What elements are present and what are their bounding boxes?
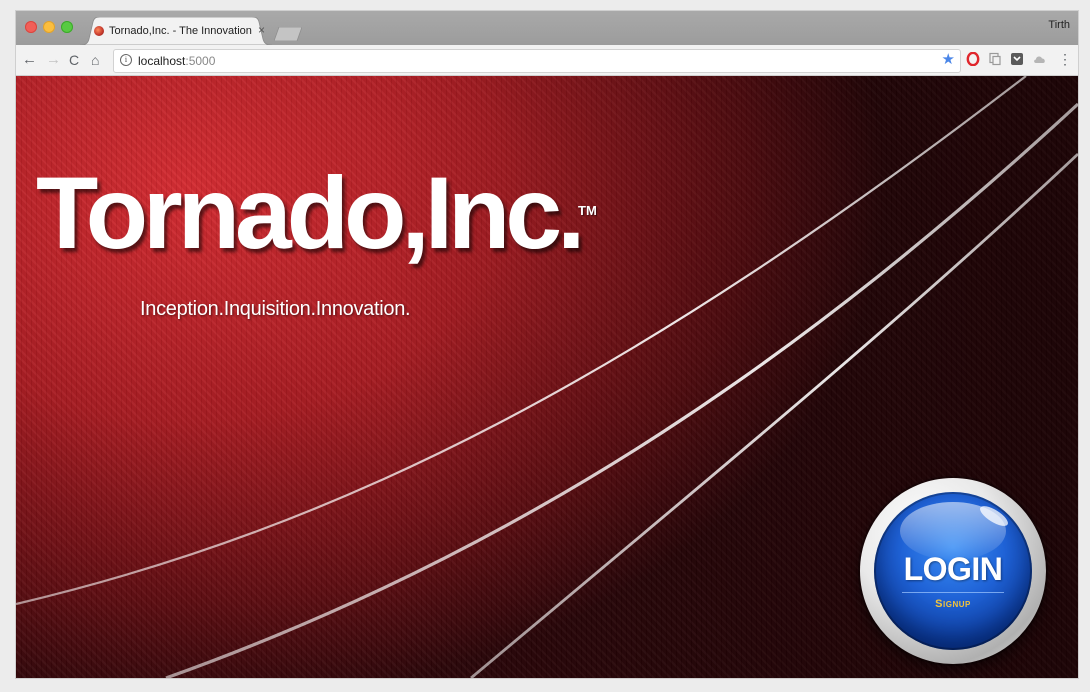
button-divider xyxy=(902,592,1004,593)
bookmark-star-icon[interactable]: ★ xyxy=(942,51,955,69)
reload-icon[interactable]: C xyxy=(69,51,79,69)
login-button[interactable]: LOGIN Signup xyxy=(860,478,1046,664)
maximize-window-button[interactable] xyxy=(61,21,73,33)
tab-strip: Tornado,Inc. - The Innovation × Tirth xyxy=(16,11,1078,45)
opera-icon[interactable] xyxy=(966,52,980,66)
back-arrow-icon[interactable]: ← xyxy=(22,51,37,69)
tornado-favicon-icon xyxy=(94,26,104,36)
info-icon[interactable]: i xyxy=(120,54,132,66)
tab-active[interactable]: Tornado,Inc. - The Innovation × xyxy=(80,17,272,45)
url-text[interactable]: localhost:5000 xyxy=(138,54,215,68)
url-host: localhost xyxy=(138,54,186,68)
browser-window: Tornado,Inc. - The Innovation × Tirth ← … xyxy=(16,11,1078,678)
minimize-window-button[interactable] xyxy=(43,21,55,33)
tab-close-icon[interactable]: × xyxy=(258,23,265,37)
cloud-icon[interactable] xyxy=(1033,52,1047,66)
close-window-button[interactable] xyxy=(25,21,37,33)
profile-name[interactable]: Tirth xyxy=(1048,19,1070,31)
home-icon[interactable]: ⌂ xyxy=(91,51,99,69)
signup-link[interactable]: Signup xyxy=(874,598,1032,610)
login-button-face[interactable]: LOGIN Signup xyxy=(874,492,1032,650)
trademark-mark: TM xyxy=(578,203,597,218)
copy-icon[interactable] xyxy=(988,52,1002,66)
address-bar[interactable]: i localhost:5000 ★ xyxy=(113,49,961,73)
forward-arrow-icon[interactable]: → xyxy=(46,51,61,69)
new-tab-button[interactable] xyxy=(274,27,302,41)
landing-page: Tornado,Inc. TM Inception.Inquisition.In… xyxy=(16,76,1078,678)
brand-logo-text: Tornado,Inc. xyxy=(36,156,585,270)
tab-title: Tornado,Inc. - The Innovation xyxy=(109,25,252,37)
menu-dots-icon[interactable]: ⋮ xyxy=(1058,50,1072,68)
browser-toolbar: ← → C ⌂ i localhost:5000 ★ ⋮ xyxy=(16,45,1078,76)
tagline: Inception.Inquisition.Innovation. xyxy=(140,298,411,320)
url-port: :5000 xyxy=(185,54,216,68)
login-label[interactable]: LOGIN xyxy=(874,551,1032,588)
pocket-icon[interactable] xyxy=(1010,52,1024,66)
